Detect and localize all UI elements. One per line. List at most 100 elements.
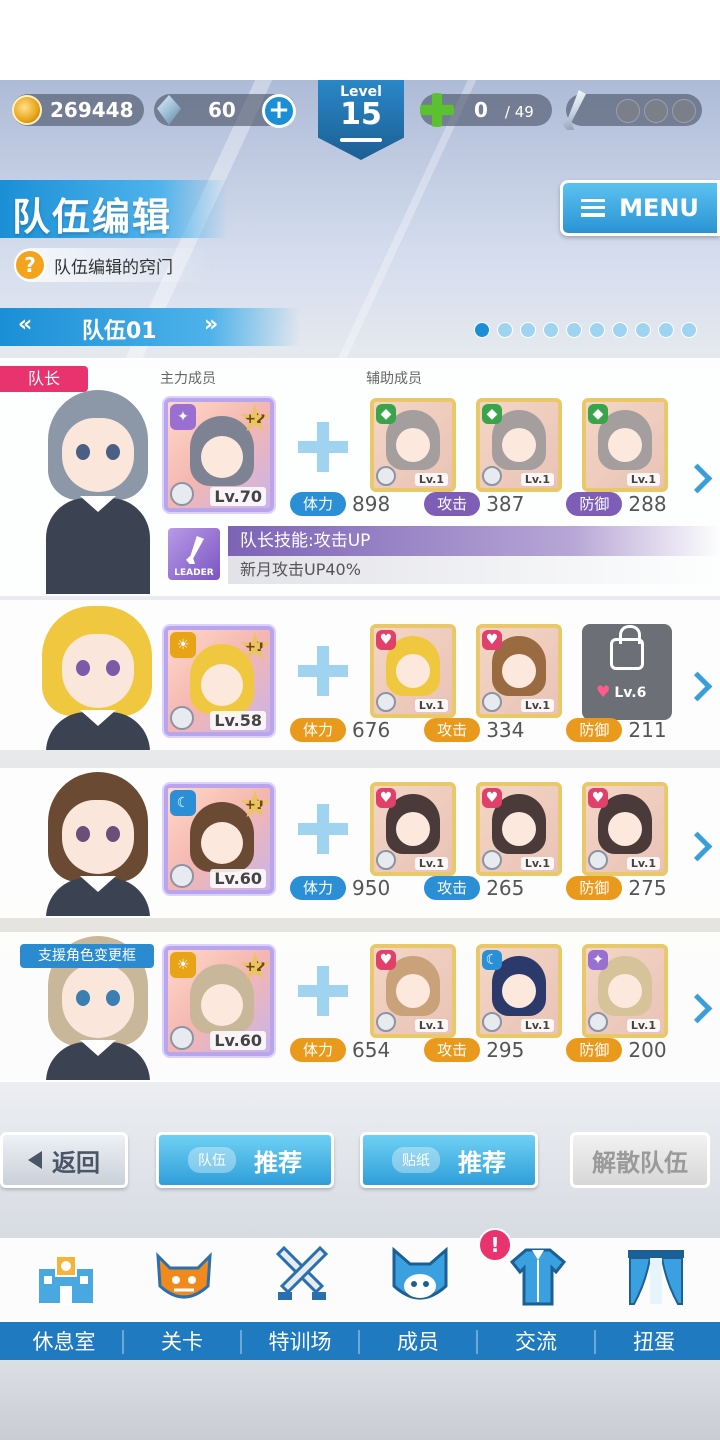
atk-label: 攻击: [424, 1038, 481, 1062]
gem-icon: [157, 95, 181, 125]
hp-label: 体力: [290, 492, 346, 516]
portrait-eye: [76, 990, 90, 1006]
support-member-card[interactable]: ♥ Lv.1: [370, 944, 456, 1038]
weapon-icon: [376, 692, 396, 712]
support-member-card[interactable]: ◆ Lv.1: [476, 398, 562, 492]
attribute-icon: ☾: [170, 790, 196, 816]
disband-label: 解散队伍: [592, 1148, 688, 1177]
weapon-icon: [588, 850, 608, 870]
locked-slot[interactable]: ♥ Lv.6: [582, 624, 672, 720]
curtain-stage-icon: [624, 1246, 688, 1308]
support-member-card[interactable]: ♥ Lv.1: [370, 782, 456, 876]
nav-training[interactable]: 特训场: [242, 1240, 358, 1360]
nav-label: 关卡: [161, 1330, 203, 1354]
page-dot[interactable]: [681, 322, 697, 338]
disband-team-button[interactable]: 解散队伍: [570, 1132, 710, 1188]
leader-skill-icon: LEADER: [166, 526, 222, 582]
support-member-card[interactable]: ◆ Lv.1: [370, 398, 456, 492]
card-level: Lv.1: [626, 1019, 660, 1032]
support-member-card[interactable]: ♥ Lv.1: [476, 624, 562, 718]
card-art-face: [396, 974, 430, 1008]
support-member-card[interactable]: ◆ Lv.1: [582, 398, 668, 492]
main-member-card[interactable]: ☾ +1 Lv.60: [164, 784, 274, 894]
tips-link[interactable]: ? 队伍编辑的窍门: [14, 248, 213, 282]
card-level: Lv.1: [520, 473, 554, 486]
weapon-icon: [376, 1012, 396, 1032]
stamina-amount: 0 / 49: [474, 98, 534, 122]
page-dot[interactable]: [612, 322, 628, 338]
card-art-face: [502, 654, 536, 688]
support-member-card[interactable]: ♥ Lv.1: [370, 624, 456, 718]
attribute-icon: ☀: [170, 952, 196, 978]
gem-amount: 60: [208, 98, 236, 122]
main-member-card[interactable]: ✦ +2 Lv.70: [164, 398, 274, 512]
weapon-icon: [170, 482, 194, 506]
coin-counter: 269448: [12, 94, 144, 126]
card-art-face: [608, 974, 642, 1008]
hp-label: 体力: [290, 718, 346, 742]
support-member-card[interactable]: ☾ Lv.1: [476, 944, 562, 1038]
def-label: 防御: [566, 876, 623, 900]
nav-label: 休息室: [32, 1330, 96, 1354]
character-portrait[interactable]: [32, 384, 160, 594]
back-label: 返回: [52, 1148, 100, 1177]
character-portrait[interactable]: [32, 600, 160, 750]
tips-label: 队伍编辑的窍门: [54, 257, 173, 278]
main-member-card[interactable]: ☀ +2 Lv.60: [164, 946, 274, 1056]
support-member-label: 辅助成员: [366, 371, 422, 387]
portrait-face: [62, 634, 134, 708]
page-dot[interactable]: [474, 322, 490, 338]
support-member-card[interactable]: ✦ Lv.1: [582, 944, 668, 1038]
page-dot[interactable]: [566, 322, 582, 338]
nav-label: 扭蛋: [633, 1330, 675, 1354]
card-level: Lv.1: [626, 473, 660, 486]
leader-skill-panel[interactable]: LEADER 队长技能:攻击UP 新月攻击UP40%: [166, 526, 720, 586]
character-portrait[interactable]: [32, 766, 160, 916]
next-team-button[interactable]: »: [204, 312, 218, 337]
ticket-counter: [562, 90, 702, 130]
page-dot[interactable]: [658, 322, 674, 338]
main-member-card[interactable]: ☀ +1 Lv.58: [164, 626, 274, 736]
page-dot[interactable]: [497, 322, 513, 338]
page-dot[interactable]: [520, 322, 536, 338]
buy-gems-button[interactable]: +: [262, 94, 296, 128]
card-art-face: [608, 428, 642, 462]
support-member-card[interactable]: ♥ Lv.1: [582, 782, 668, 876]
nav-label: 交流: [515, 1330, 557, 1354]
back-arrow-icon: [28, 1151, 42, 1169]
nav-gacha[interactable]: 扭蛋: [596, 1240, 712, 1360]
nav-members[interactable]: 成员: [360, 1240, 476, 1360]
attribute-icon: ◆: [376, 404, 396, 424]
hamburger-icon: [581, 199, 606, 217]
level-value: 15: [340, 97, 382, 132]
card-level: Lv.1: [414, 473, 448, 486]
nav-stages[interactable]: 关卡: [124, 1240, 240, 1360]
team-recommend-button[interactable]: 队伍 推荐: [156, 1132, 334, 1188]
nav-lounge[interactable]: 休息室: [6, 1240, 122, 1360]
back-button[interactable]: 返回: [0, 1132, 128, 1188]
nav-label: 成员: [397, 1330, 439, 1354]
card-art-face: [201, 436, 243, 478]
hp-label: 体力: [290, 876, 346, 900]
prev-team-button[interactable]: «: [18, 312, 32, 337]
card-level: Lv.70: [210, 487, 266, 506]
support-change-tag[interactable]: 支援角色变更框: [20, 944, 154, 968]
atk-value: 295: [486, 1038, 525, 1062]
question-icon: ?: [14, 249, 46, 281]
atk-value: 387: [486, 492, 525, 516]
portrait-face: [62, 800, 134, 874]
sticker-recommend-button[interactable]: 贴纸 推荐: [360, 1132, 538, 1188]
page-dot[interactable]: [589, 322, 605, 338]
portrait-eye: [106, 990, 120, 1006]
card-level: Lv.1: [414, 1019, 448, 1032]
support-member-card[interactable]: ♥ Lv.1: [476, 782, 562, 876]
menu-button[interactable]: MENU: [560, 180, 720, 236]
atk-label: 攻击: [424, 876, 481, 900]
def-value: 275: [628, 876, 667, 900]
main-member-label: 主力成员: [160, 371, 216, 387]
page-dot[interactable]: [635, 322, 651, 338]
weapon-icon: [376, 850, 396, 870]
page-dot[interactable]: [543, 322, 559, 338]
card-level: Lv.1: [520, 699, 554, 712]
monster-icon: [152, 1246, 216, 1308]
